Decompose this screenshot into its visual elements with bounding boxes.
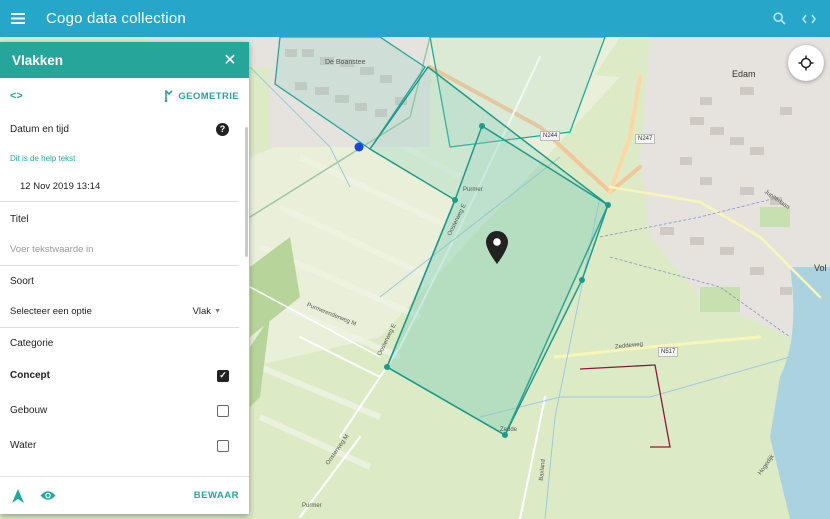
panel-footer: BEWAAR (0, 476, 249, 514)
datetime-help-text: Dit is de help tekst (10, 153, 76, 163)
title-input[interactable]: Voer tekstwaarde in (0, 234, 239, 266)
app-title: Cogo data collection (46, 10, 186, 27)
code-icon[interactable] (794, 0, 824, 37)
panel-title: Vlakken (12, 52, 64, 68)
crosshair-locate-icon (798, 55, 814, 71)
map-label-purmer-1: Purmer (463, 187, 483, 193)
map-label-edam: Edam (732, 69, 756, 79)
close-icon[interactable]: ✕ (221, 50, 239, 70)
checkbox-concept[interactable]: ✓ (217, 369, 229, 382)
app-bar: Cogo data collection (0, 0, 830, 37)
road-badge-n247: N247 (635, 134, 656, 144)
category-option-concept[interactable]: Concept ✓ (0, 358, 249, 393)
road-badge-n244: N244 (540, 131, 561, 141)
datetime-label: Datum en tijd ? (0, 114, 249, 144)
panel-scrollbar[interactable] (245, 127, 248, 257)
navigation-arrow-icon[interactable] (10, 488, 26, 504)
kind-select[interactable]: Selecteer een optie Vlak ▼ (0, 296, 239, 328)
feature-form-panel: Vlakken ✕ <> GEOMETRIE Datum en tijd ? D… (0, 42, 249, 514)
eye-icon[interactable] (40, 488, 56, 504)
kind-select-value: Vlak (192, 306, 212, 317)
chevron-down-icon: ▼ (214, 308, 221, 315)
help-icon[interactable]: ? (216, 122, 229, 136)
geometry-button[interactable]: GEOMETRIE (164, 90, 239, 102)
category-option-gebouw[interactable]: Gebouw (0, 393, 249, 428)
category-option-water[interactable]: Water (0, 428, 249, 463)
title-label: Titel (10, 213, 29, 225)
checkbox-gebouw[interactable] (217, 404, 229, 417)
map-label-volendam: Vol (814, 263, 827, 273)
panel-header: Vlakken ✕ (0, 42, 249, 78)
map-label-boanstee: De Boanstee (325, 59, 366, 66)
geometry-label: GEOMETRIE (178, 90, 239, 102)
map-label-purmer-2: Purmer (302, 503, 322, 509)
app-window: Edam Vol De Boanstee Purmer Purmer Zedde… (0, 0, 830, 519)
locate-button[interactable] (788, 45, 824, 81)
datetime-field[interactable]: 12 Nov 2019 13:14 (0, 172, 239, 202)
road-badge-n517: N517 (658, 347, 679, 357)
save-button[interactable]: BEWAAR (194, 490, 239, 501)
search-icon[interactable] (764, 0, 794, 37)
code-toggle-button[interactable]: <> (10, 90, 23, 102)
category-label: Categorie (10, 337, 54, 349)
kind-label: Soort (10, 275, 34, 287)
panel-toolbar: <> GEOMETRIE (0, 78, 249, 114)
geometry-icon (165, 90, 173, 102)
map-label-zedde: Zedde (500, 427, 518, 433)
kind-select-prompt: Selecteer een optie (10, 306, 92, 317)
hamburger-menu-icon[interactable] (0, 0, 36, 37)
form-scroll-area[interactable]: Datum en tijd ? Dit is de help tekst 12 … (0, 114, 249, 474)
checkbox-water[interactable] (217, 439, 229, 452)
